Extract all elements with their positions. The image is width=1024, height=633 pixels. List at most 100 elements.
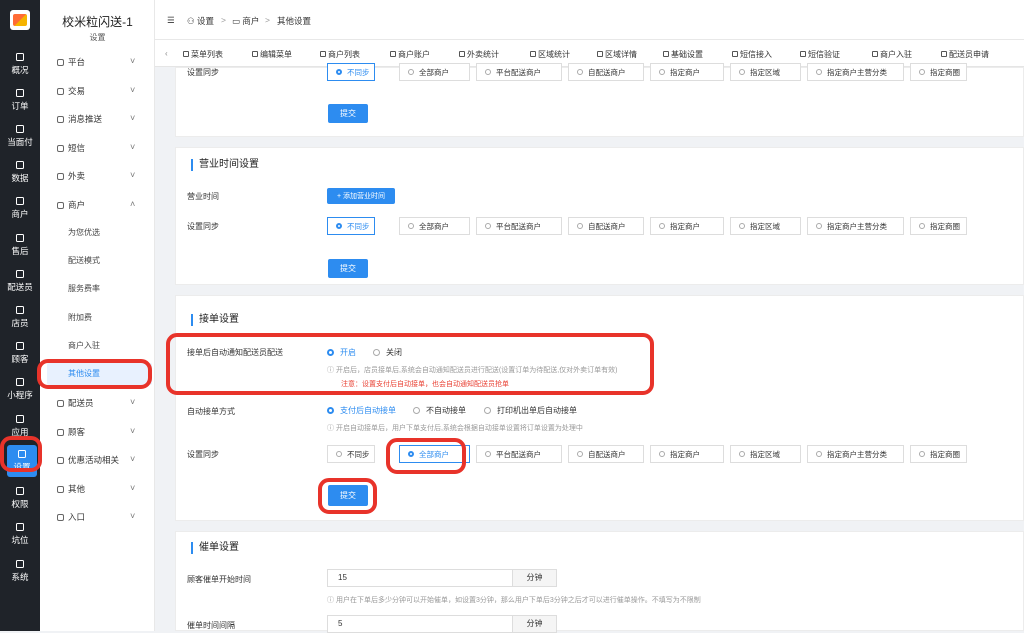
sync1-option-0[interactable]: 不同步 bbox=[327, 63, 375, 81]
sync2-option-6[interactable]: 指定商户主营分类 bbox=[807, 217, 904, 235]
tab-3[interactable]: 商户账户 bbox=[390, 49, 430, 60]
tab-5[interactable]: 区域统计 bbox=[530, 49, 570, 60]
sync1-option-5[interactable]: 指定区域 bbox=[730, 63, 801, 81]
sync1-option-3[interactable]: 自配送商户 bbox=[568, 63, 644, 81]
sidebar-menu-4[interactable]: 外卖 ˅ bbox=[40, 166, 155, 186]
leftnav-item-14[interactable]: 系统 bbox=[0, 555, 40, 587]
sync2-option-2[interactable]: 平台配送商户 bbox=[476, 217, 562, 235]
leftnav-item-11[interactable]: 设置 bbox=[7, 445, 37, 477]
sync3-option-6[interactable]: 指定商户主营分类 bbox=[807, 445, 904, 463]
sidebar-menu-bottom-2[interactable]: 优惠活动相关 ˅ bbox=[40, 450, 155, 470]
breadcrumb-settings[interactable]: ⚇ 设置 bbox=[187, 15, 214, 27]
submit-button-3[interactable]: 提交 bbox=[328, 485, 368, 506]
option-label: 平台配送商户 bbox=[496, 221, 541, 231]
leftnav-item-10[interactable]: 应用 bbox=[0, 410, 40, 442]
leftnav-item-7[interactable]: 店员 bbox=[0, 301, 40, 333]
tab-4[interactable]: 外卖统计 bbox=[459, 49, 499, 60]
sync2-option-3[interactable]: 自配送商户 bbox=[568, 217, 644, 235]
sidebar-menu-bottom-3[interactable]: 其他 ˅ bbox=[40, 479, 155, 499]
sync2-option-5[interactable]: 指定区域 bbox=[730, 217, 801, 235]
sync2-option-0[interactable]: 不同步 bbox=[327, 217, 375, 235]
sidebar-menu-2[interactable]: 消息推送 ˅ bbox=[40, 109, 155, 129]
leftnav-item-3[interactable]: 数据 bbox=[0, 156, 40, 188]
leftnav-item-12[interactable]: 权限 bbox=[0, 482, 40, 514]
sidebar-subitem-1[interactable]: 配送模式 bbox=[68, 253, 100, 269]
tab-6[interactable]: 区域详情 bbox=[597, 49, 637, 60]
leftnav-item-5[interactable]: 售后 bbox=[0, 229, 40, 261]
tab-11[interactable]: 配送员申请 bbox=[941, 49, 989, 60]
sidebar-subitem-0[interactable]: 为您优选 bbox=[68, 225, 100, 241]
add-business-hours-button[interactable]: + 添加营业时间 bbox=[327, 188, 395, 204]
reminder-hint-text: 用户在下单后多少分钟可以开始催单，如设置3分钟，那么用户下单后3分钟之后才可以进… bbox=[335, 597, 701, 604]
auto-receive-option-0[interactable]: 支付后自动接单 bbox=[327, 405, 396, 416]
tab-10[interactable]: 商户入驻 bbox=[872, 49, 912, 60]
leftnav-item-8[interactable]: 顾客 bbox=[0, 337, 40, 369]
tab-7[interactable]: 基础设置 bbox=[663, 49, 703, 60]
leftnav-item-13[interactable]: 坑位 bbox=[0, 518, 40, 550]
auto-receive-option-2[interactable]: 打印机出单后自动接单 bbox=[484, 405, 577, 416]
reminder-interval-input[interactable]: 5 bbox=[327, 615, 513, 633]
sidebar-menu-1[interactable]: 交易 ˅ bbox=[40, 81, 155, 101]
tab-9[interactable]: 短信验证 bbox=[800, 49, 840, 60]
headset-icon bbox=[16, 233, 24, 242]
notify-option-0[interactable]: 开启 bbox=[327, 347, 356, 358]
sync2-option-7[interactable]: 指定商圈 bbox=[910, 217, 967, 235]
radio-icon bbox=[327, 349, 334, 356]
sidebar-subitem-3[interactable]: 附加费 bbox=[68, 310, 92, 326]
sync1-option-2[interactable]: 平台配送商户 bbox=[476, 63, 562, 81]
sidebar-menu-3[interactable]: 短信 ˅ bbox=[40, 138, 155, 158]
submit-button-2[interactable]: 提交 bbox=[328, 259, 368, 278]
tab-8[interactable]: 短信接入 bbox=[732, 49, 772, 60]
sync1-option-1[interactable]: 全部商户 bbox=[399, 63, 470, 81]
leftnav-item-1[interactable]: 订单 bbox=[0, 84, 40, 116]
breadcrumb-merchant[interactable]: ▭ 商户 bbox=[232, 15, 259, 27]
option-label: 不同步 bbox=[347, 221, 370, 231]
leftnav-item-9[interactable]: 小程序 bbox=[0, 373, 40, 405]
tab-icon bbox=[183, 51, 189, 57]
menu-toggle-icon[interactable]: ☰ bbox=[167, 15, 175, 26]
store-icon: ▭ bbox=[232, 16, 243, 26]
leftnav-item-2[interactable]: 当面付 bbox=[0, 120, 40, 152]
sidebar-menu-bottom-0[interactable]: 配送员 ˅ bbox=[40, 393, 155, 413]
chevron-down-icon: ˅ bbox=[130, 142, 136, 152]
sidebar-menu-bottom-4[interactable]: 入口 ˅ bbox=[40, 507, 155, 527]
submit-button-1[interactable]: 提交 bbox=[328, 104, 368, 123]
sync1-option-4[interactable]: 指定商户 bbox=[650, 63, 724, 81]
sync1-option-6[interactable]: 指定商户主营分类 bbox=[807, 63, 904, 81]
chevron-down-icon: ˅ bbox=[130, 170, 136, 180]
option-label: 平台配送商户 bbox=[496, 67, 541, 77]
sidebar-subitem-4[interactable]: 商户入驻 bbox=[68, 338, 100, 354]
sync3-option-4[interactable]: 指定商户 bbox=[650, 445, 724, 463]
reminder-start-input[interactable]: 15 bbox=[327, 569, 513, 587]
leftnav-label: 售后 bbox=[11, 245, 29, 256]
sidebar-subitem-2[interactable]: 服务费率 bbox=[68, 281, 100, 297]
tab-icon bbox=[390, 51, 396, 57]
leftnav-label: 设置 bbox=[13, 461, 31, 472]
notify-option-1[interactable]: 关闭 bbox=[373, 347, 402, 358]
sidebar-menu-5[interactable]: 商户 ˄ bbox=[40, 195, 155, 215]
sync-label: 设置同步 bbox=[187, 68, 219, 77]
leftnav-item-0[interactable]: 概况 bbox=[0, 48, 40, 80]
tab-0[interactable]: 菜单列表 bbox=[183, 49, 223, 60]
sync3-option-1[interactable]: 全部商户 bbox=[399, 445, 470, 463]
sync3-option-5[interactable]: 指定区域 bbox=[730, 445, 801, 463]
reminder-card bbox=[175, 531, 1024, 631]
sync2-option-4[interactable]: 指定商户 bbox=[650, 217, 724, 235]
leftnav-item-4[interactable]: 商户 bbox=[0, 192, 40, 224]
sync3-option-7[interactable]: 指定商圈 bbox=[910, 445, 967, 463]
tab-scroll-left-icon[interactable]: ‹ bbox=[165, 49, 168, 58]
sidebar-menu-bottom-1[interactable]: 顾客 ˅ bbox=[40, 422, 155, 442]
sync3-option-0[interactable]: 不同步 bbox=[327, 445, 375, 463]
sidebar-subitem-5[interactable]: 其他设置 bbox=[68, 366, 100, 382]
sidebar-menu-0[interactable]: 平台 ˅ bbox=[40, 52, 155, 72]
reminder-title: 催单设置 bbox=[191, 542, 239, 554]
sync2-option-1[interactable]: 全部商户 bbox=[399, 217, 470, 235]
tab-1[interactable]: 编辑菜单 bbox=[252, 49, 292, 60]
sync1-option-7[interactable]: 指定商圈 bbox=[910, 63, 967, 81]
leftnav-item-6[interactable]: 配送员 bbox=[0, 265, 40, 297]
sync3-option-2[interactable]: 平台配送商户 bbox=[476, 445, 562, 463]
auto-receive-option-1[interactable]: 不自动接单 bbox=[413, 405, 466, 416]
tab-2[interactable]: 商户列表 bbox=[320, 49, 360, 60]
sync3-option-3[interactable]: 自配送商户 bbox=[568, 445, 644, 463]
leftnav-label: 订单 bbox=[11, 100, 29, 111]
